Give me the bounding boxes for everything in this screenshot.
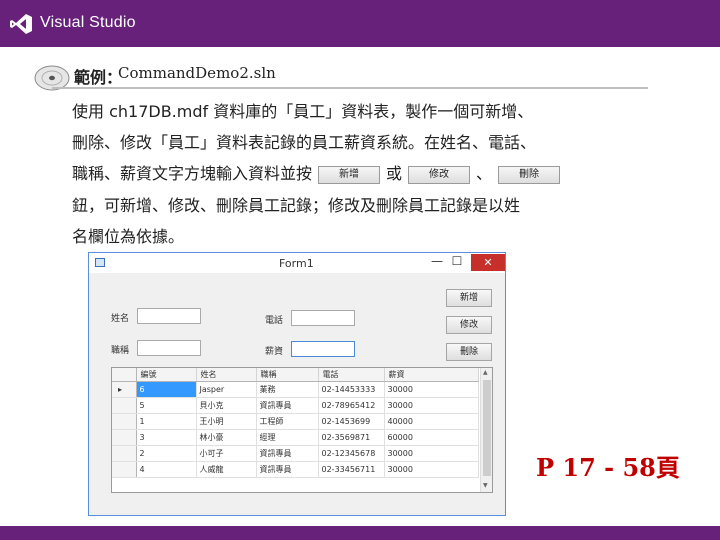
description-comma: 、	[476, 164, 493, 183]
salary-input[interactable]	[291, 341, 355, 357]
cell-title[interactable]: 資訊專員	[256, 445, 319, 462]
phone-input[interactable]	[291, 310, 355, 326]
table-row[interactable]: ▸ 6 Jasper 業務 02-14453333 30000	[112, 381, 479, 398]
table-row[interactable]: 2 小可子 資訊專員 02-12345678 30000	[112, 445, 479, 462]
cell-title[interactable]: 業務	[256, 381, 319, 398]
name-label: 姓名	[111, 314, 130, 324]
example-label: 範例：	[74, 68, 123, 87]
row-header	[112, 429, 137, 446]
cell-salary[interactable]: 60000	[384, 429, 479, 446]
cell-name[interactable]: 小可子	[196, 445, 257, 462]
example-filename: CommandDemo2.sln	[118, 64, 276, 82]
cell-salary[interactable]: 30000	[384, 461, 479, 478]
inline-add-button: 新增	[318, 165, 381, 184]
column-header-id[interactable]: 編號	[136, 368, 197, 382]
table-row[interactable]: 5 貝小克 資訊專員 02-78965412 30000	[112, 397, 479, 414]
column-header-salary[interactable]: 薪資	[384, 368, 479, 382]
table-row[interactable]: 1 王小明 工程師 02-1453699 40000	[112, 413, 479, 430]
name-input[interactable]	[137, 308, 201, 324]
cell-name[interactable]: 貝小克	[196, 397, 257, 414]
maximize-icon[interactable]: ☐	[449, 254, 465, 270]
cell-phone[interactable]: 02-1453699	[318, 413, 385, 430]
form-icon	[95, 258, 105, 267]
cell-id[interactable]: 3	[136, 429, 197, 446]
footer-bar	[0, 526, 720, 540]
inline-edit-button: 修改	[408, 165, 471, 184]
description-line-1: 使用 ch17DB.mdf 資料庫的「員工」資料表，製作一個可新增、	[72, 102, 534, 121]
form1-window: Form1 — ☐ ✕ 姓名 職稱 電話 薪資 新增 修改 刪除 編號 姓名 職…	[88, 252, 506, 516]
minimize-icon[interactable]: —	[429, 254, 445, 270]
row-header	[112, 397, 137, 414]
salary-label: 薪資	[265, 347, 284, 357]
cell-salary[interactable]: 30000	[384, 445, 479, 462]
cell-id[interactable]: 4	[136, 461, 197, 478]
description-line-5: 名欄位為依據。	[72, 227, 185, 246]
cell-id[interactable]: 5	[136, 397, 197, 414]
cell-title[interactable]: 經理	[256, 429, 319, 446]
employee-datagrid[interactable]: 編號 姓名 職稱 電話 薪資 ▸ 6 Jasper 業務 02-14453333…	[111, 367, 493, 493]
row-header	[112, 461, 137, 478]
scroll-up-icon[interactable]: ▲	[483, 369, 488, 376]
cell-name[interactable]: Jasper	[196, 381, 257, 398]
title-input[interactable]	[137, 340, 201, 356]
title-label: 職稱	[111, 346, 130, 356]
row-header	[112, 445, 137, 462]
cell-phone[interactable]: 02-33456711	[318, 461, 385, 478]
row-header-corner	[112, 368, 137, 382]
cell-phone[interactable]: 02-3569871	[318, 429, 385, 446]
column-header-phone[interactable]: 電話	[318, 368, 385, 382]
table-row[interactable]: 4 人威龍 資訊專員 02-33456711 30000	[112, 461, 479, 478]
description-line-4: 鈕，可新增、修改、刪除員工記錄；修改及刪除員工記錄是以姓	[72, 196, 521, 215]
scroll-thumb[interactable]	[483, 380, 491, 476]
column-header-name[interactable]: 姓名	[196, 368, 257, 382]
cell-phone[interactable]: 02-12345678	[318, 445, 385, 462]
cell-salary[interactable]: 30000	[384, 397, 479, 414]
grid-vertical-scrollbar[interactable]: ▲ ▼	[480, 368, 492, 492]
visual-studio-logo-icon	[10, 14, 32, 34]
edit-button[interactable]: 修改	[446, 316, 492, 334]
cell-title[interactable]: 資訊專員	[256, 461, 319, 478]
window-titlebar[interactable]: Form1 — ☐ ✕	[89, 253, 505, 273]
cell-id[interactable]: 2	[136, 445, 197, 462]
phone-label: 電話	[265, 316, 284, 326]
header-divider	[52, 87, 648, 89]
column-header-title[interactable]: 職稱	[256, 368, 319, 382]
cell-name[interactable]: 林小豪	[196, 429, 257, 446]
cell-phone[interactable]: 02-14453333	[318, 381, 385, 398]
scroll-down-icon[interactable]: ▼	[483, 482, 488, 489]
window-title: Form1	[279, 257, 314, 270]
description-line-3: 職稱、薪資文字方塊輸入資料並按 新增或修改、刪除	[72, 158, 566, 189]
inline-delete-button: 刪除	[498, 165, 561, 184]
close-icon[interactable]: ✕	[471, 254, 505, 271]
cell-salary[interactable]: 30000	[384, 381, 479, 398]
brand-bar: Visual Studio	[0, 0, 720, 47]
page-reference: P 17 - 58頁	[536, 453, 680, 482]
cell-salary[interactable]: 40000	[384, 413, 479, 430]
cell-phone[interactable]: 02-78965412	[318, 397, 385, 414]
cell-title[interactable]: 資訊專員	[256, 397, 319, 414]
cell-id[interactable]: 6	[136, 381, 197, 398]
cell-name[interactable]: 王小明	[196, 413, 257, 430]
add-button[interactable]: 新增	[446, 289, 492, 307]
cell-title[interactable]: 工程師	[256, 413, 319, 430]
description-or: 或	[386, 164, 403, 183]
cell-name[interactable]: 人威龍	[196, 461, 257, 478]
description-line-3-text: 職稱、薪資文字方塊輸入資料並按	[72, 164, 313, 183]
description-line-2: 刪除、修改「員工」資料表記錄的員工薪資系統。在姓名、電話、	[72, 133, 537, 152]
cell-id[interactable]: 1	[136, 413, 197, 430]
table-row[interactable]: 3 林小豪 經理 02-3569871 60000	[112, 429, 479, 446]
current-row-marker: ▸	[112, 381, 137, 398]
brand-title: Visual Studio	[40, 14, 136, 31]
delete-button[interactable]: 刪除	[446, 343, 492, 361]
row-header	[112, 413, 137, 430]
